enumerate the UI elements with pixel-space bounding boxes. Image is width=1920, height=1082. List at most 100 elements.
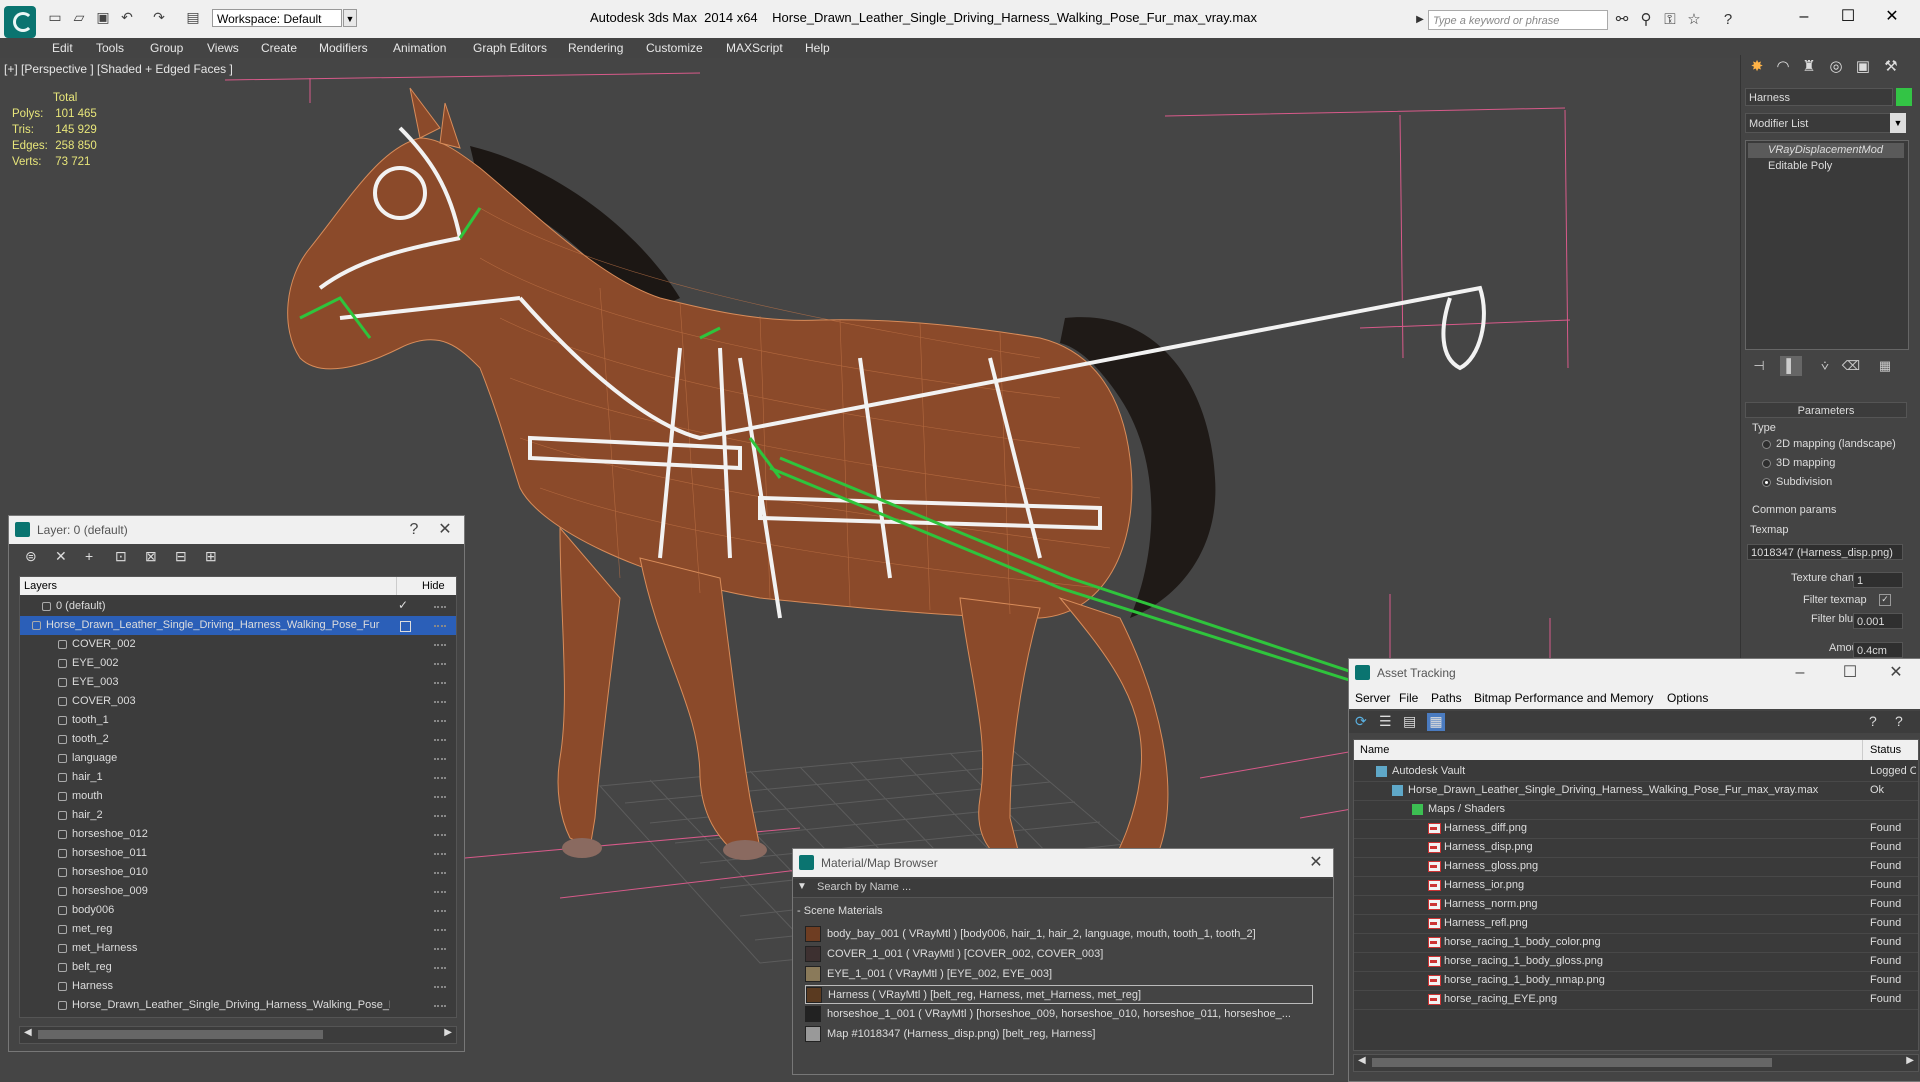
menu-maxscript[interactable]: MAXScript: [726, 41, 783, 55]
layer-row[interactable]: tooth_1: [20, 711, 456, 730]
column-hide[interactable]: Hide: [422, 580, 445, 592]
close-icon[interactable]: ✕: [1303, 849, 1329, 877]
hide-toggle[interactable]: [434, 720, 446, 724]
material-item-selected[interactable]: Harness ( VRayMtl ) [belt_reg, Harness, …: [805, 985, 1313, 1004]
layer-row[interactable]: met_Harness: [20, 939, 456, 958]
close-icon[interactable]: ✕: [432, 516, 458, 544]
layer-row[interactable]: horseshoe_011: [20, 844, 456, 863]
help-icon[interactable]: ?: [1869, 713, 1877, 729]
binoculars-icon[interactable]: ⚯: [1612, 10, 1632, 30]
layer-checkbox[interactable]: [400, 621, 411, 632]
asset-horizontal-scrollbar[interactable]: ◀ ▶: [1353, 1054, 1919, 1072]
subscription-icon[interactable]: ⚿: [1660, 10, 1680, 30]
column-layers[interactable]: Layers: [24, 580, 57, 592]
texmap-button[interactable]: 1018347 (Harness_disp.png): [1747, 544, 1903, 560]
project-folder-icon[interactable]: ▤: [184, 8, 202, 26]
current-layer-check-icon[interactable]: ✓: [398, 598, 408, 612]
configure-modifier-sets-icon[interactable]: ▦: [1874, 356, 1896, 376]
hierarchy-tab-icon[interactable]: ♜: [1798, 56, 1820, 78]
menu-views[interactable]: Views: [207, 41, 239, 55]
layer-row-selected[interactable]: Horse_Drawn_Leather_Single_Driving_Harne…: [20, 616, 456, 635]
asset-row[interactable]: Harness_disp.png Found: [1354, 838, 1918, 858]
open-file-icon[interactable]: ▱: [70, 8, 88, 26]
layer-row[interactable]: Horse_Drawn_Leather_Single_Driving_Harne…: [20, 996, 456, 1015]
select-in-layer-icon[interactable]: ⊡: [115, 548, 127, 565]
layer-row[interactable]: horseshoe_012: [20, 825, 456, 844]
asset-row[interactable]: Autodesk Vault Logged O: [1354, 762, 1918, 782]
save-icon[interactable]: ▣: [94, 8, 112, 26]
communication-center-icon[interactable]: ⚲: [1636, 10, 1656, 30]
layer-row[interactable]: Harness: [20, 977, 456, 996]
amount-spinner[interactable]: 0.4cm: [1853, 642, 1903, 658]
hide-toggle[interactable]: [434, 815, 446, 819]
menu-file[interactable]: File: [1399, 691, 1418, 705]
asset-row[interactable]: horse_racing_1_body_color.png Found: [1354, 933, 1918, 953]
layer-row[interactable]: EYE_002: [20, 654, 456, 673]
undo-icon[interactable]: ↶: [118, 8, 136, 26]
asset-tracking-title-bar[interactable]: Asset Tracking – ☐ ✕: [1349, 659, 1920, 687]
minimize-icon[interactable]: –: [1784, 6, 1824, 28]
menu-animation[interactable]: Animation: [393, 41, 446, 55]
menu-graph-editors[interactable]: Graph Editors: [473, 41, 547, 55]
menu-tools[interactable]: Tools: [96, 41, 124, 55]
modify-tab-icon[interactable]: ◠: [1772, 56, 1794, 78]
hide-all-layers-icon[interactable]: ⊟: [175, 548, 187, 565]
layer-dialog-title-bar[interactable]: Layer: 0 (default) ? ✕: [9, 516, 464, 544]
layer-row[interactable]: body006: [20, 901, 456, 920]
hide-toggle[interactable]: [434, 663, 446, 667]
hide-toggle[interactable]: [434, 701, 446, 705]
motion-tab-icon[interactable]: ◎: [1825, 56, 1847, 78]
hide-toggle[interactable]: [434, 796, 446, 800]
chevron-down-icon[interactable]: ▼: [343, 9, 357, 27]
asset-row[interactable]: horse_racing_EYE.png Found: [1354, 990, 1918, 1010]
layer-row[interactable]: horseshoe_009: [20, 882, 456, 901]
delete-layer-icon[interactable]: ✕: [55, 548, 67, 565]
menu-server[interactable]: Server: [1355, 691, 1390, 705]
menu-rendering[interactable]: Rendering: [568, 41, 623, 55]
asset-row[interactable]: horse_racing_1_body_nmap.png Found: [1354, 971, 1918, 991]
settings-help-icon[interactable]: ?: [1895, 713, 1903, 729]
hide-toggle[interactable]: [434, 606, 446, 610]
hide-toggle[interactable]: [434, 834, 446, 838]
close-icon[interactable]: ✕: [1872, 6, 1912, 28]
hide-toggle[interactable]: [434, 777, 446, 781]
parameters-rollout-header[interactable]: Parameters: [1745, 402, 1907, 418]
hide-toggle[interactable]: [434, 682, 446, 686]
refresh-icon[interactable]: ⟳: [1355, 713, 1367, 730]
stack-item-vraydisplacementmod[interactable]: VRayDisplacementMod: [1748, 143, 1904, 158]
layer-row[interactable]: EYE_003: [20, 673, 456, 692]
hide-toggle[interactable]: [434, 967, 446, 971]
material-search-input[interactable]: Search by Name ...: [817, 881, 911, 893]
collapse-icon[interactable]: -: [797, 905, 801, 917]
help-icon[interactable]: ?: [1718, 10, 1738, 30]
modifier-list-dropdown[interactable]: Modifier List: [1745, 113, 1905, 133]
hide-toggle[interactable]: [434, 948, 446, 952]
hide-toggle[interactable]: [434, 986, 446, 990]
hide-toggle[interactable]: [434, 929, 446, 933]
asset-row[interactable]: Harness_norm.png Found: [1354, 895, 1918, 915]
scroll-left-icon[interactable]: ◀: [1358, 1055, 1366, 1066]
material-item[interactable]: COVER_1_001 ( VRayMtl ) [COVER_002, COVE…: [805, 945, 1313, 964]
scroll-thumb[interactable]: [1372, 1058, 1772, 1067]
hide-toggle[interactable]: [434, 910, 446, 914]
workspace-dropdown[interactable]: Workspace: Default: [212, 9, 342, 27]
maximize-icon[interactable]: ☐: [1833, 659, 1867, 687]
utilities-tab-icon[interactable]: ⚒: [1880, 56, 1902, 78]
object-name-field[interactable]: Harness: [1745, 88, 1893, 106]
freeze-all-layers-icon[interactable]: ⊞: [205, 548, 217, 565]
layer-row[interactable]: language: [20, 749, 456, 768]
material-item[interactable]: horseshoe_1_001 ( VRayMtl ) [horseshoe_0…: [805, 1005, 1313, 1024]
menu-help[interactable]: Help: [805, 41, 830, 55]
add-to-layer-icon[interactable]: +: [85, 548, 93, 564]
scroll-thumb[interactable]: [38, 1030, 323, 1039]
table-view-icon[interactable]: ▦: [1427, 713, 1445, 731]
hide-toggle[interactable]: [434, 891, 446, 895]
layer-row[interactable]: hair_1: [20, 768, 456, 787]
radio-subdivision[interactable]: [1762, 478, 1771, 487]
menu-group[interactable]: Group: [150, 41, 183, 55]
display-tab-icon[interactable]: ▣: [1852, 56, 1874, 78]
create-tab-icon[interactable]: ✸: [1746, 56, 1768, 78]
redo-icon[interactable]: ↷: [150, 8, 168, 26]
close-icon[interactable]: ✕: [1879, 659, 1913, 687]
texture-chan-spinner[interactable]: 1: [1853, 572, 1903, 588]
